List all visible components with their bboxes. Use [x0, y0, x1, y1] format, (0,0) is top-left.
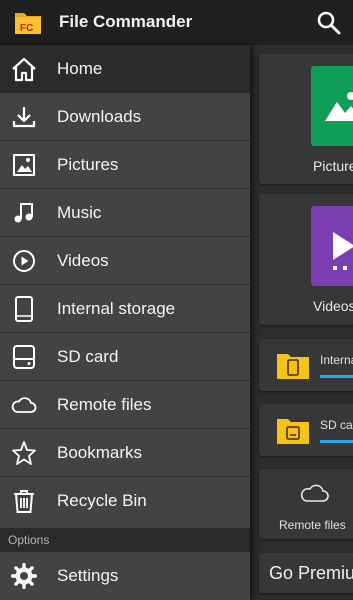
app-bar: FC File Commander [0, 0, 353, 45]
drawer-item-home[interactable]: Home [0, 45, 250, 93]
drawer-item-label: Remote files [57, 395, 152, 414]
remote-files-card-label: Remote files [279, 518, 346, 532]
folder-phone-icon [277, 354, 309, 379]
sd-card-card[interactable]: SD card [259, 404, 353, 456]
options-section-header: Options [0, 528, 250, 552]
folder-sd-icon [277, 419, 309, 444]
internal-storage-card[interactable]: Internal storage [259, 339, 353, 391]
image-icon [13, 154, 35, 176]
play-icon [333, 232, 353, 270]
drawer-item-settings[interactable]: Settings [0, 552, 250, 600]
videos-tile [311, 206, 353, 286]
pictures-tile [311, 66, 353, 146]
phone-icon [15, 296, 33, 322]
drawer-item-label: Downloads [57, 107, 142, 126]
drawer-item-label: Bookmarks [57, 443, 143, 462]
app-title: File Commander [59, 12, 193, 31]
sd-card-bar [320, 440, 353, 443]
app-logo-icon: FC [15, 13, 41, 34]
drawer-item-sd-card[interactable]: SD card [0, 333, 250, 381]
download-icon [12, 107, 36, 128]
navigation-drawer: Home Downloads Pictures Music Videos Int… [0, 45, 250, 600]
drawer-item-label: SD card [57, 347, 119, 366]
videos-card-label: Videos [313, 298, 353, 314]
drawer-item-label: Music [57, 203, 102, 222]
drawer-item-label: Videos [57, 251, 109, 270]
search-icon[interactable] [316, 10, 342, 36]
internal-storage-bar [320, 375, 353, 378]
drawer-item-pictures[interactable]: Pictures [0, 141, 250, 189]
cloud-icon [300, 484, 329, 502]
star-icon [12, 441, 36, 465]
drawer-item-music[interactable]: Music [0, 189, 250, 237]
drawer-item-recycle-bin[interactable]: Recycle Bin [0, 477, 250, 525]
drawer-item-videos[interactable]: Videos [0, 237, 250, 285]
drawer-item-remote-files[interactable]: Remote files [0, 381, 250, 429]
drawer-item-downloads[interactable]: Downloads [0, 93, 250, 141]
sd-card-label: SD card [320, 418, 353, 432]
drawer-item-label: Internal storage [57, 299, 176, 318]
drawer-item-bookmarks[interactable]: Bookmarks [0, 429, 250, 477]
drawer-item-label: Home [57, 59, 103, 78]
play-circle-icon [13, 250, 35, 272]
remote-files-card[interactable]: Remote files [259, 469, 353, 539]
options-section-label: Options [8, 533, 50, 547]
trash-icon [14, 490, 34, 513]
sd-card-icon [13, 345, 35, 369]
internal-storage-label: Internal storage [320, 353, 353, 367]
go-premium-label: Go Premium [269, 563, 353, 583]
drawer-item-label: Pictures [57, 155, 119, 174]
drawer-item-internal-storage[interactable]: Internal storage [0, 285, 250, 333]
gear-icon [11, 563, 37, 589]
image-icon [325, 92, 353, 121]
pictures-card[interactable]: Pictures [259, 54, 353, 184]
drawer-item-label: Settings [57, 566, 119, 585]
pictures-card-label: Pictures [313, 158, 353, 174]
music-note-icon [14, 203, 33, 223]
cloud-icon [11, 397, 37, 413]
drawer-item-label: Recycle Bin [57, 491, 147, 510]
home-icon [12, 57, 36, 82]
go-premium-card[interactable]: Go Premium [259, 553, 353, 593]
videos-card[interactable]: Videos [259, 194, 353, 325]
logo-text: FC [20, 23, 33, 34]
